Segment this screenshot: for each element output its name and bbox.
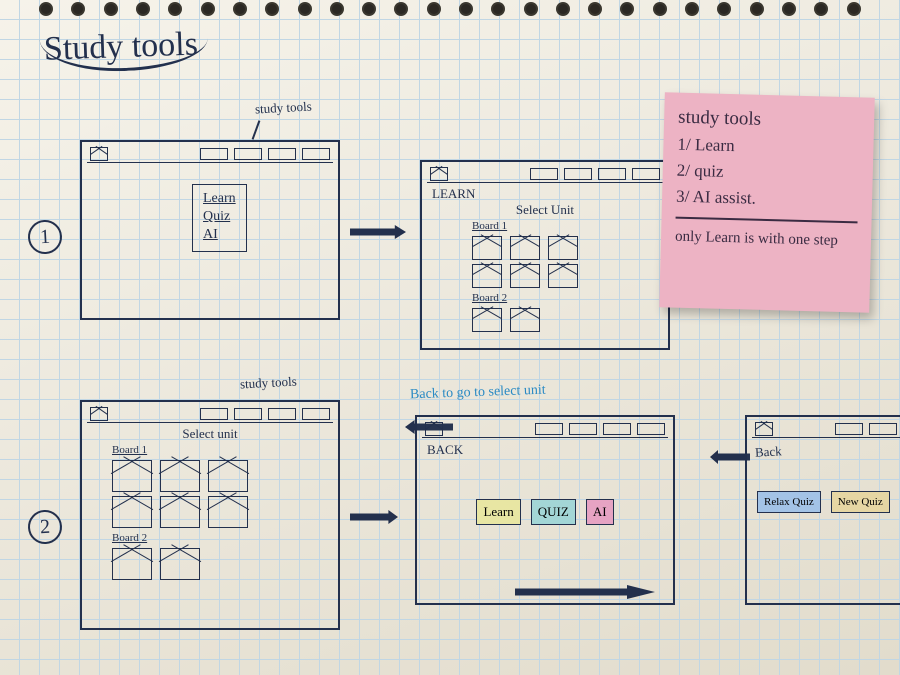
unit-thumb[interactable]: [112, 548, 152, 580]
nav-tab[interactable]: [302, 148, 330, 160]
nav-tab[interactable]: [530, 168, 558, 180]
nav-tab[interactable]: [234, 408, 262, 420]
sticky-note: study tools 1/ Learn 2/ quiz 3/ AI assis…: [659, 92, 875, 312]
unit-thumb[interactable]: [472, 236, 502, 260]
wireframe-1-topbar: [87, 145, 333, 163]
board-1-label: Board 1: [112, 444, 328, 456]
wireframe-3-topbar: [87, 405, 333, 423]
unit-thumb[interactable]: [160, 548, 200, 580]
tile-learn[interactable]: Learn: [476, 499, 520, 525]
sticky-item: 2/ quiz: [677, 161, 859, 186]
wireframe-2-learn-select: LEARN Select Unit Board 1 Board 2: [420, 160, 670, 350]
nav-tab[interactable]: [200, 148, 228, 160]
wireframe-5-quiz-options: Relax Quiz New Quiz: [745, 415, 900, 605]
sticky-heading: study tools: [678, 107, 861, 134]
annotation-study-tools-2: study tools: [240, 374, 297, 393]
nav-tab[interactable]: [637, 423, 665, 435]
unit-thumb[interactable]: [510, 308, 540, 332]
menu-ai[interactable]: AI: [203, 227, 236, 243]
unit-thumb[interactable]: [208, 496, 248, 528]
nav-tab[interactable]: [564, 168, 592, 180]
nav-tab[interactable]: [603, 423, 631, 435]
nav-tab[interactable]: [569, 423, 597, 435]
menu-quiz[interactable]: Quiz: [203, 209, 236, 225]
nav-tab[interactable]: [268, 408, 296, 420]
board-2-label: Board 2: [472, 292, 658, 304]
sticky-footer: only Learn is with one step: [675, 229, 857, 251]
nav-tab[interactable]: [302, 408, 330, 420]
heading-select-unit: Select Unit: [432, 202, 658, 218]
tile-relax-quiz[interactable]: Relax Quiz: [757, 491, 821, 513]
board-2-label: Board 2: [112, 532, 328, 544]
close-icon[interactable]: [430, 167, 448, 181]
nav-tab[interactable]: [234, 148, 262, 160]
unit-thumb[interactable]: [112, 496, 152, 528]
unit-thumb[interactable]: [112, 460, 152, 492]
unit-thumb[interactable]: [160, 460, 200, 492]
wireframe-4-topbar: [422, 420, 668, 438]
heading-select-unit: Select unit: [92, 426, 328, 442]
unit-thumb[interactable]: [472, 308, 502, 332]
sticky-item: 3/ AI assist.: [676, 187, 858, 212]
nav-tab[interactable]: [835, 423, 863, 435]
close-icon[interactable]: [90, 407, 108, 421]
unit-thumb[interactable]: [510, 236, 540, 260]
wireframe-2-topbar: [427, 165, 663, 183]
sticky-item: 1/ Learn: [677, 135, 859, 160]
divider: [676, 217, 858, 224]
unit-thumb[interactable]: [510, 264, 540, 288]
wireframe-1-menu: Learn Quiz AI: [80, 140, 340, 320]
annotation-study-tools-1: study tools: [255, 99, 312, 118]
tile-new-quiz[interactable]: New Quiz: [831, 491, 890, 513]
nav-tab[interactable]: [200, 408, 228, 420]
unit-thumb[interactable]: [548, 264, 578, 288]
nav-tab[interactable]: [268, 148, 296, 160]
nav-tab[interactable]: [598, 168, 626, 180]
breadcrumb: LEARN: [432, 186, 658, 202]
wireframe-4-tool-tiles: BACK Learn QUIZ AI: [415, 415, 675, 605]
close-icon[interactable]: [755, 422, 773, 436]
wireframe-3-select-unit: Select unit Board 1 Board 2: [80, 400, 340, 630]
tile-ai[interactable]: AI: [586, 499, 614, 525]
nav-tab[interactable]: [632, 168, 660, 180]
unit-thumb[interactable]: [472, 264, 502, 288]
unit-thumb[interactable]: [160, 496, 200, 528]
board-1-label: Board 1: [472, 220, 658, 232]
close-icon[interactable]: [90, 147, 108, 161]
study-tools-menu: Learn Quiz AI: [192, 184, 247, 252]
nav-tab[interactable]: [869, 423, 897, 435]
close-icon[interactable]: [425, 422, 443, 436]
nav-tab[interactable]: [535, 423, 563, 435]
back-button[interactable]: BACK: [427, 442, 463, 458]
unit-thumb[interactable]: [208, 460, 248, 492]
wireframe-5-topbar: [752, 420, 900, 438]
unit-thumb[interactable]: [548, 236, 578, 260]
tile-quiz[interactable]: QUIZ: [531, 499, 576, 525]
menu-learn[interactable]: Learn: [203, 191, 236, 207]
